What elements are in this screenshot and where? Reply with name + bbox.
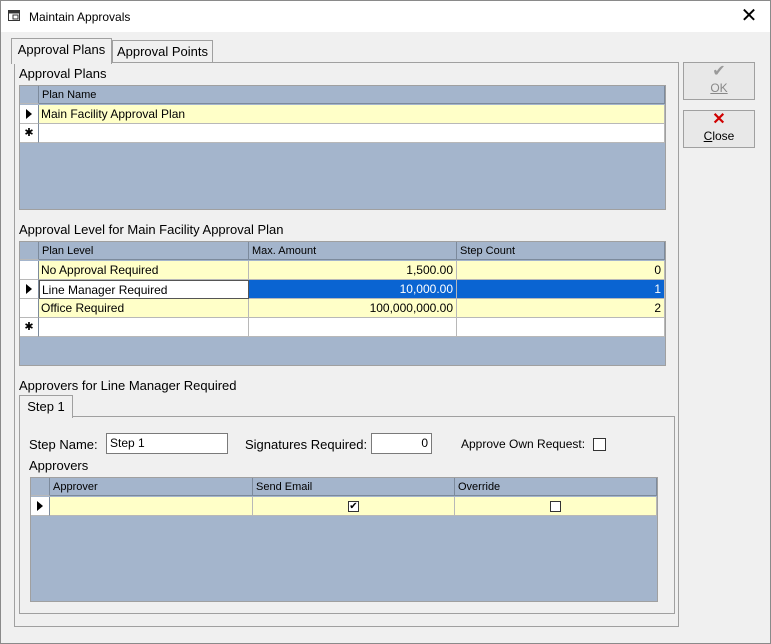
column-header-override[interactable]: Override	[455, 478, 657, 496]
close-button[interactable]: ✕ Close	[683, 110, 755, 148]
column-header-max-amount[interactable]: Max. Amount	[249, 242, 457, 260]
new-steps-cell[interactable]	[457, 318, 665, 337]
override-checkbox[interactable]	[550, 501, 561, 512]
column-header-send-email[interactable]: Send Email	[253, 478, 455, 496]
send-email-checkbox[interactable]: ✔	[348, 501, 359, 512]
steps-cell[interactable]: 2	[457, 299, 665, 318]
check-icon: ✔	[712, 63, 726, 80]
column-header-plan-name[interactable]: Plan Name	[39, 86, 665, 104]
ok-button[interactable]: ✔ OK	[683, 62, 755, 100]
tab-approval-points[interactable]: Approval Points	[112, 40, 213, 63]
column-header-plan-level[interactable]: Plan Level	[39, 242, 249, 260]
row-pointer-icon[interactable]	[20, 280, 39, 299]
amount-cell-selected[interactable]: 10,000.00	[249, 280, 457, 299]
row-header[interactable]	[20, 299, 39, 318]
signatures-input[interactable]: 0	[371, 433, 432, 454]
level-cell[interactable]: Office Required	[39, 299, 249, 318]
x-icon: ✕	[712, 111, 726, 128]
tab-approval-plans[interactable]: Approval Plans	[11, 38, 112, 64]
window-icon	[8, 10, 20, 21]
new-row-icon[interactable]: ✱	[20, 124, 39, 143]
override-cell[interactable]	[455, 497, 657, 516]
column-header-approver[interactable]: Approver	[50, 478, 253, 496]
approvers-grid: Approver Send Email Override ✔	[30, 477, 658, 602]
send-email-cell[interactable]: ✔	[253, 497, 455, 516]
approve-own-checkbox[interactable]	[593, 438, 606, 451]
steps-cell[interactable]: 0	[457, 261, 665, 280]
grid-corner	[20, 242, 39, 260]
level-cell[interactable]: No Approval Required	[39, 261, 249, 280]
new-amount-cell[interactable]	[249, 318, 457, 337]
row-header[interactable]	[20, 261, 39, 280]
tab-step-1[interactable]: Step 1	[19, 395, 73, 418]
step-name-input[interactable]: Step 1	[106, 433, 228, 454]
grid-corner	[31, 478, 50, 496]
grid-corner	[20, 86, 39, 104]
amount-cell[interactable]: 100,000,000.00	[249, 299, 457, 318]
plans-grid: Plan Name Main Facility Approval Plan ✱	[19, 85, 666, 210]
new-row-icon[interactable]: ✱	[20, 318, 39, 337]
approvers-section-title: Approvers for Line Manager Required	[19, 378, 237, 393]
plan-name-cell[interactable]: Main Facility Approval Plan	[39, 105, 665, 124]
column-header-step-count[interactable]: Step Count	[457, 242, 665, 260]
amount-cell[interactable]: 1,500.00	[249, 261, 457, 280]
new-level-cell[interactable]	[39, 318, 249, 337]
row-pointer-icon[interactable]	[20, 105, 39, 124]
levels-grid: Plan Level Max. Amount Step Count No App…	[19, 241, 666, 366]
approver-cell[interactable]	[50, 497, 253, 516]
approvers-label: Approvers	[29, 458, 89, 473]
plans-section-title: Approval Plans	[19, 66, 107, 81]
signatures-label: Signatures Required:	[245, 437, 368, 452]
close-window-button[interactable]: ✕	[736, 3, 762, 29]
new-plan-cell[interactable]	[39, 124, 665, 143]
approve-own-label: Approve Own Request:	[461, 437, 586, 451]
levels-section-title: Approval Level for Main Facility Approva…	[19, 222, 284, 237]
window-title: Maintain Approvals	[29, 10, 131, 24]
step-name-label: Step Name:	[29, 437, 98, 452]
steps-cell-selected[interactable]: 1	[457, 280, 665, 299]
row-pointer-icon[interactable]	[31, 497, 50, 516]
level-cell-editing[interactable]: Line Manager Required	[39, 280, 249, 299]
